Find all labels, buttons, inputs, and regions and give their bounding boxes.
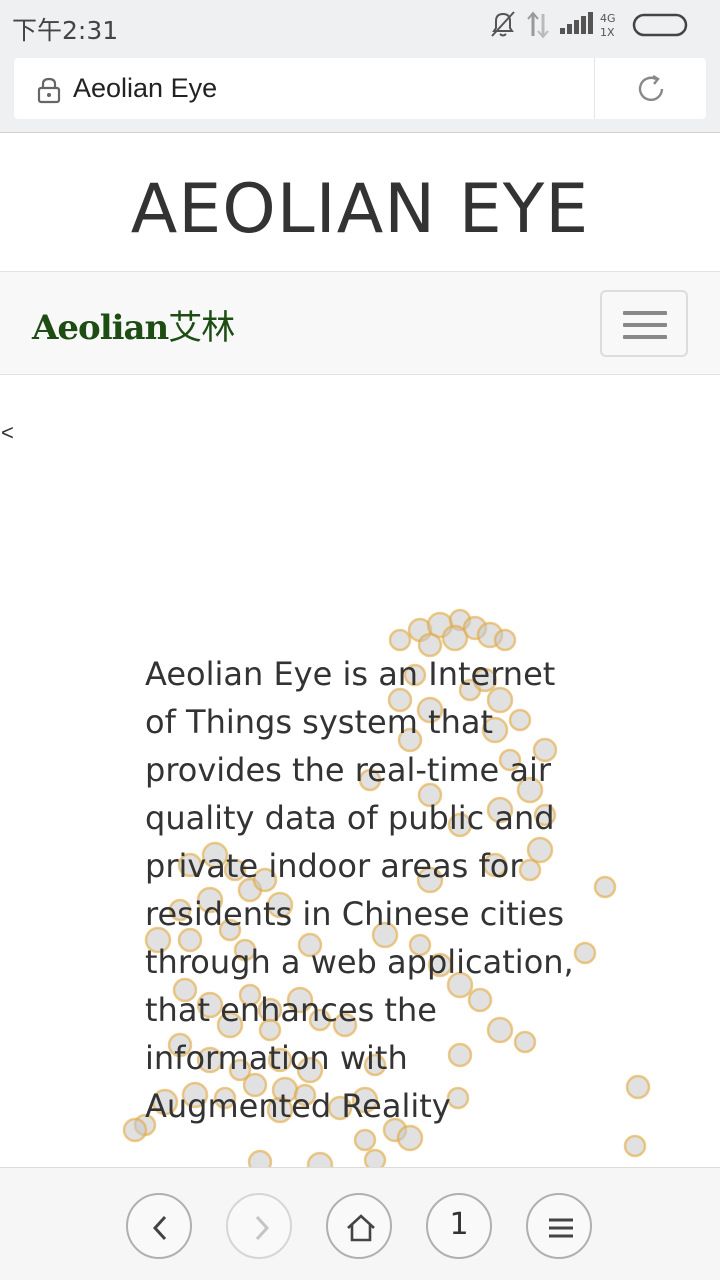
back-icon (152, 1215, 167, 1241)
particle-bubble (388, 628, 412, 652)
particle-bubble (247, 1149, 273, 1168)
tab-count: 1 (449, 1207, 469, 1242)
particle-bubble (493, 628, 517, 652)
address-bar[interactable]: Aeolian Eye (14, 58, 594, 119)
status-bar: 下午2:31 4G 1X (0, 0, 720, 50)
navbar-toggle-button[interactable] (600, 290, 688, 357)
back-button[interactable] (126, 1193, 192, 1259)
mute-bell-icon (491, 11, 515, 37)
particle-bubble (625, 1074, 651, 1100)
browser-toolbar: Aeolian Eye (0, 50, 720, 133)
home-button[interactable] (326, 1193, 392, 1259)
signal-icon (560, 12, 593, 34)
menu-icon (549, 1218, 573, 1238)
url-text: Aeolian Eye (73, 73, 218, 103)
status-time: 下午2:31 (12, 16, 119, 45)
particle-bubble (306, 1151, 334, 1168)
lock-icon (37, 77, 61, 104)
network-1x-label: 1X (600, 26, 615, 39)
carousel-prev-button[interactable]: < (1, 420, 14, 446)
particle-bubble (593, 875, 617, 899)
brand-logo[interactable]: Aeolian艾林 (32, 300, 235, 349)
forward-icon (255, 1215, 270, 1241)
intro-description: Aeolian Eye is an Internet of Things sys… (145, 655, 574, 1125)
brand-latin: Aeolian (32, 308, 169, 348)
brand-chinese: 艾林 (168, 308, 235, 348)
menu-button[interactable] (526, 1193, 592, 1259)
data-transfer-icon (527, 11, 549, 39)
page-title: AEOLIAN EYE (130, 170, 590, 249)
reload-button[interactable] (594, 58, 706, 119)
battery-icon (632, 13, 688, 37)
network-4g-label: 4G (600, 12, 616, 25)
status-icons-group: 4G 1X (491, 11, 688, 39)
tabs-button[interactable]: 1 (426, 1193, 492, 1259)
forward-button[interactable] (226, 1193, 292, 1259)
particle-bubble (623, 1134, 647, 1158)
particle-bubble (353, 1128, 377, 1152)
particle-bubble (363, 1148, 387, 1168)
browser-bottom-toolbar: 1 (0, 1167, 720, 1280)
particle-bubble (122, 1117, 148, 1143)
home-icon (347, 1214, 375, 1242)
particle-bubble (441, 624, 469, 652)
reload-icon (638, 74, 664, 101)
navbar: Aeolian艾林 (0, 271, 720, 375)
